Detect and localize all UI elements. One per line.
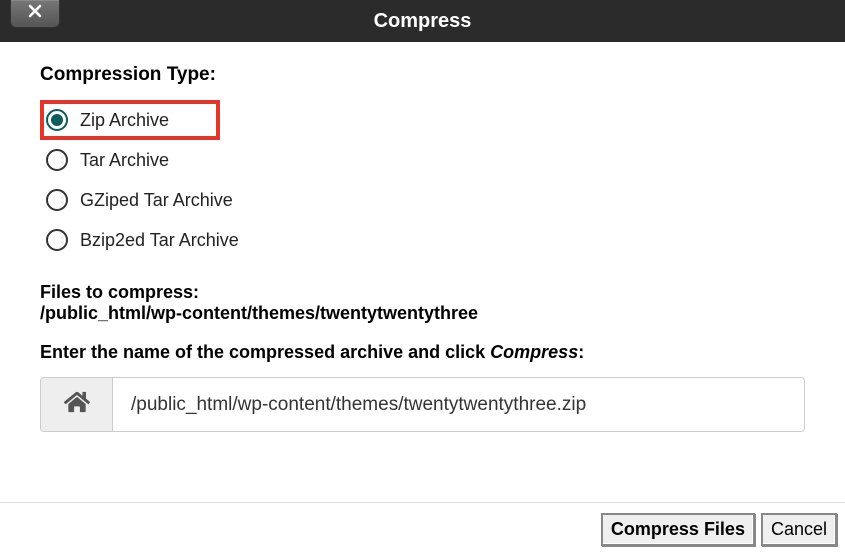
compress-files-button[interactable]: Compress Files <box>601 513 755 546</box>
close-button[interactable] <box>10 0 60 28</box>
compression-type-label: Compression Type: <box>40 64 805 86</box>
radio-icon <box>46 109 68 131</box>
prompt-suffix: : <box>578 342 584 362</box>
radio-label: Bzip2ed Tar Archive <box>80 230 239 251</box>
archive-path-input[interactable] <box>113 378 804 431</box>
radio-label: Tar Archive <box>80 150 169 171</box>
compression-type-group: Zip Archive Tar Archive GZiped Tar Archi… <box>40 100 805 260</box>
radio-option-gzip[interactable]: GZiped Tar Archive <box>40 180 805 220</box>
files-to-compress-label: Files to compress: <box>40 282 805 303</box>
prompt-em: Compress <box>490 342 578 362</box>
archive-name-prompt: Enter the name of the compressed archive… <box>40 342 805 363</box>
radio-option-tar[interactable]: Tar Archive <box>40 140 805 180</box>
radio-icon <box>46 229 68 251</box>
radio-icon <box>46 189 68 211</box>
radio-option-zip[interactable]: Zip Archive <box>40 100 220 140</box>
dialog-footer: Compress Files Cancel <box>0 502 845 556</box>
home-addon[interactable] <box>41 378 113 431</box>
radio-label: GZiped Tar Archive <box>80 190 233 211</box>
dialog-content: Compression Type: Zip Archive Tar Archiv… <box>0 42 845 442</box>
radio-option-bzip2[interactable]: Bzip2ed Tar Archive <box>40 220 805 260</box>
archive-path-input-group <box>40 377 805 432</box>
close-icon <box>27 3 43 24</box>
dialog-title: Compress <box>374 10 472 33</box>
dialog-titlebar: Compress <box>0 0 845 42</box>
radio-icon <box>46 149 68 171</box>
cancel-button[interactable]: Cancel <box>761 513 837 546</box>
files-to-compress-path: /public_html/wp-content/themes/twentytwe… <box>40 303 805 324</box>
radio-label: Zip Archive <box>80 110 169 131</box>
prompt-text: Enter the name of the compressed archive… <box>40 342 490 362</box>
home-icon <box>64 389 90 420</box>
